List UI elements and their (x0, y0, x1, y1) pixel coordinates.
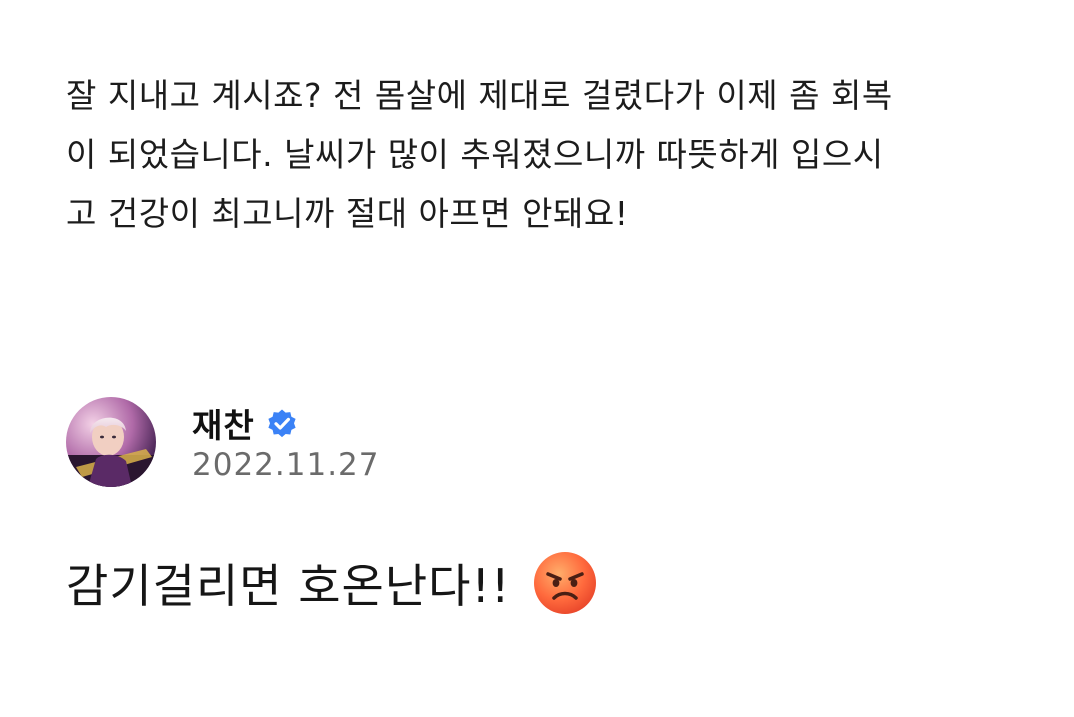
profile-photo-icon (66, 397, 156, 487)
verified-badge-icon (265, 406, 299, 440)
fan-message-line: 고 건강이 최고니까 절대 아프면 안돼요! (66, 194, 629, 233)
angry-face-emoji-icon (532, 550, 598, 616)
author-block: 재찬 2022.11.27 (192, 401, 380, 483)
timestamp: 2022.11.27 (192, 447, 380, 483)
avatar[interactable] (66, 397, 156, 487)
reply-message-text: 감기걸리면 호온난다!! (66, 559, 511, 613)
reply-message: 감기걸리면 호온난다!! (66, 550, 598, 616)
author-row: 재찬 (192, 401, 380, 445)
reply-header: 재찬 2022.11.27 (66, 397, 380, 487)
fan-message-line: 이 되었습니다. 날씨가 많이 추워졌으니까 따뜻하게 입으시 (66, 135, 884, 174)
author-name[interactable]: 재찬 (192, 399, 255, 447)
fan-message-line: 잘 지내고 계시죠? 전 몸살에 제대로 걸렸다가 이제 좀 회복 (66, 76, 893, 115)
fan-message: 잘 지내고 계시죠? 전 몸살에 제대로 걸렸다가 이제 좀 회복 이 되었습니… (66, 66, 1026, 243)
